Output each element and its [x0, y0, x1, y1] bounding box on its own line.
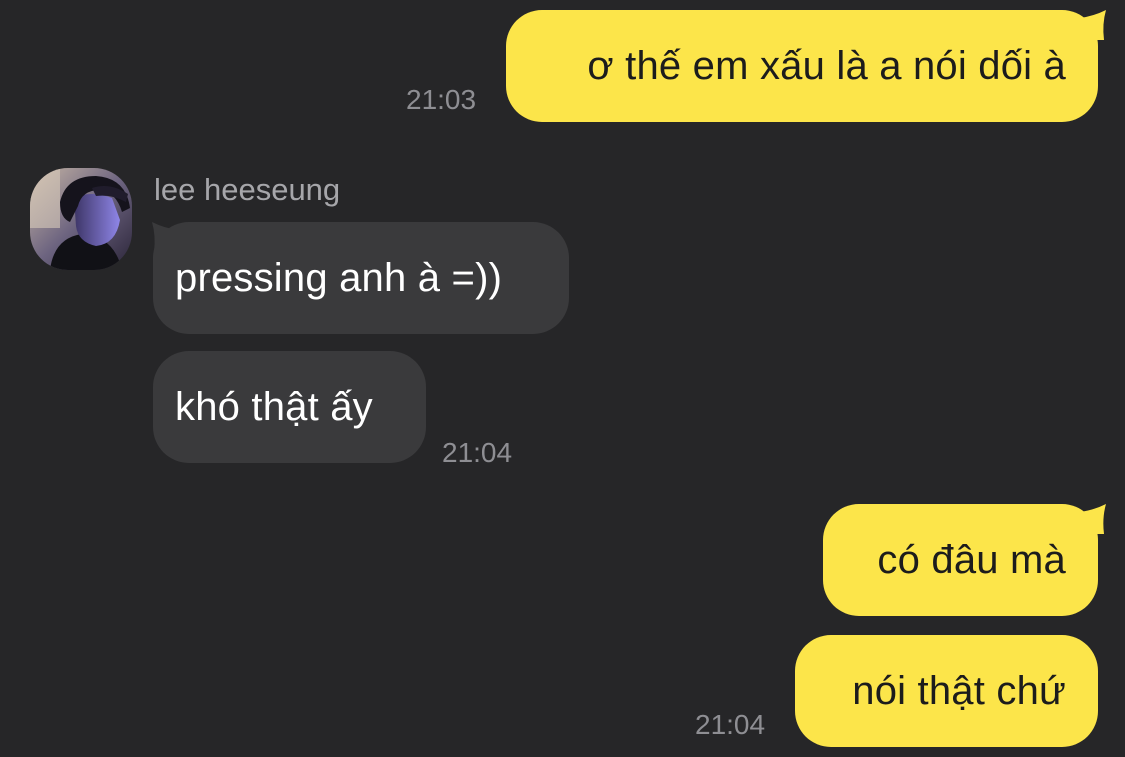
message-text: nói thật chứ	[852, 669, 1066, 713]
message-timestamp: 21:03	[406, 84, 477, 115]
bubble-tail-icon	[152, 222, 178, 252]
message-text: ơ thế em xấu là a nói dối à	[587, 44, 1066, 88]
message-text: khó thật ấy	[175, 385, 373, 429]
message-text: có đâu mà	[877, 538, 1066, 582]
incoming-message-bubble[interactable]: khó thật ấy	[153, 351, 426, 463]
bubble-tail-icon	[1080, 10, 1106, 40]
sender-name[interactable]: lee heeseung	[154, 170, 340, 210]
outgoing-message-bubble[interactable]: có đâu mà	[823, 504, 1098, 616]
chat-view: ơ thế em xấu là a nói dối à 21:03 lee he…	[0, 0, 1125, 757]
message-text: pressing anh à =))	[175, 256, 503, 300]
outgoing-message-bubble[interactable]: ơ thế em xấu là a nói dối à	[506, 10, 1098, 122]
avatar[interactable]	[30, 168, 132, 270]
message-timestamp: 21:04	[695, 709, 766, 740]
avatar-icon	[30, 168, 132, 270]
message-timestamp: 21:04	[442, 437, 513, 468]
incoming-message-bubble[interactable]: pressing anh à =))	[153, 222, 569, 334]
bubble-tail-icon	[1080, 504, 1106, 534]
outgoing-message-bubble[interactable]: nói thật chứ	[795, 635, 1098, 747]
